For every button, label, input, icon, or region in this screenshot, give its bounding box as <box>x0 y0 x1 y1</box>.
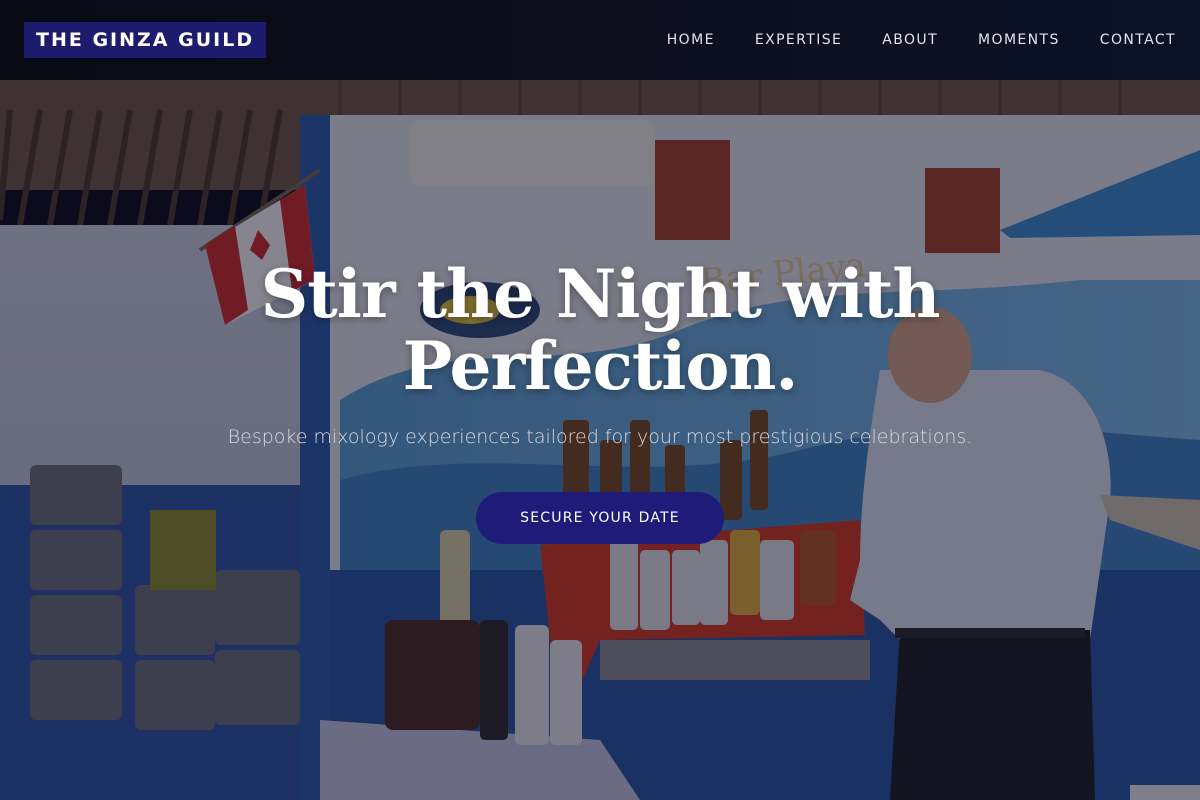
secure-date-button[interactable]: SECURE YOUR DATE <box>476 492 724 544</box>
site-header: THE GINZA GUILD HOME EXPERTISE ABOUT MOM… <box>0 0 1200 80</box>
hero-title: Stir the Night with Perfection. <box>260 255 941 405</box>
brand-logo[interactable]: THE GINZA GUILD <box>24 22 267 58</box>
hero-subtitle: Bespoke mixology experiences tailored fo… <box>227 426 973 448</box>
nav-item-about[interactable]: ABOUT <box>882 32 938 48</box>
nav-item-contact[interactable]: CONTACT <box>1100 32 1176 48</box>
hero-section: Bar Playa <box>0 80 1200 800</box>
hero-copy: Stir the Night with Perfection. Bespoke … <box>0 80 1200 800</box>
nav-item-expertise[interactable]: EXPERTISE <box>755 32 842 48</box>
nav-item-moments[interactable]: MOMENTS <box>978 32 1060 48</box>
main-nav: HOME EXPERTISE ABOUT MOMENTS CONTACT <box>627 0 1176 80</box>
nav-item-home[interactable]: HOME <box>667 32 715 48</box>
